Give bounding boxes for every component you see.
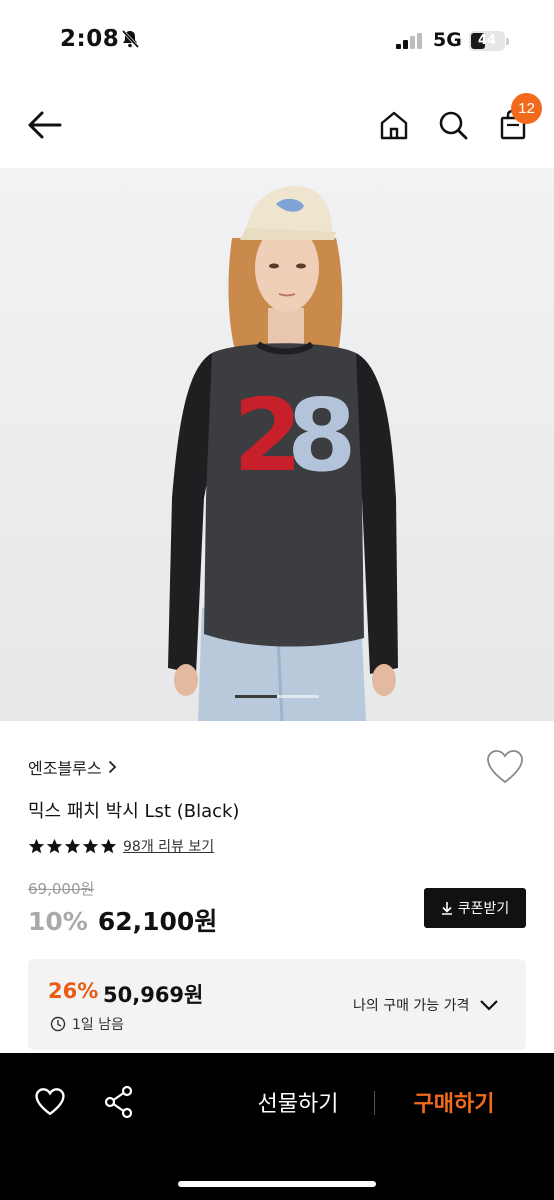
share-button[interactable] — [99, 1082, 139, 1122]
my-price-toggle[interactable]: 나의 구매 가능 가격 — [353, 995, 499, 1015]
bell-muted-icon — [120, 29, 140, 53]
status-bar: 2:08 5G 44 — [0, 0, 554, 84]
my-price: 50,969원 — [103, 983, 204, 1007]
battery-level: 44 — [477, 33, 497, 48]
network-label: 5G — [433, 29, 462, 51]
star-icon — [64, 838, 81, 853]
search-button[interactable] — [431, 103, 475, 147]
clock-icon — [50, 1016, 66, 1032]
search-icon — [439, 111, 468, 140]
my-price-label: 나의 구매 가능 가격 — [353, 998, 470, 1014]
heart-icon — [35, 1088, 65, 1116]
brand-link[interactable]: 엔조블루스 — [28, 755, 117, 779]
review-link[interactable]: 98개 리뷰 보기 — [123, 836, 214, 856]
star-icon — [46, 838, 63, 853]
buy-button[interactable]: 구매하기 — [392, 1086, 516, 1118]
bottom-wishlist-button[interactable] — [30, 1082, 70, 1122]
my-discount-rate: 26% — [48, 979, 99, 1003]
product-photo: 2 8 — [0, 168, 554, 721]
heart-icon — [487, 750, 523, 784]
share-icon — [104, 1085, 133, 1119]
star-icon — [28, 838, 45, 853]
remaining-time: 1일 남음 — [50, 1014, 124, 1034]
gallery-indicator-active — [235, 695, 277, 698]
battery-nub — [506, 38, 509, 45]
back-button[interactable] — [23, 103, 67, 147]
battery-icon: 44 — [469, 31, 505, 51]
coupon-label: 쿠폰받기 — [457, 901, 510, 917]
chevron-down-icon — [480, 1000, 499, 1011]
svg-text:8: 8 — [287, 377, 357, 494]
rating-row: 98개 리뷰 보기 — [28, 836, 214, 856]
star-icon — [100, 838, 117, 853]
home-button[interactable] — [372, 103, 416, 147]
wishlist-button[interactable] — [485, 748, 525, 790]
download-icon — [441, 902, 452, 915]
home-icon — [380, 111, 408, 140]
bottom-divider — [374, 1091, 375, 1115]
status-time: 2:08 — [60, 26, 120, 52]
sale-price: 62,100원 — [97, 907, 218, 936]
coupon-button[interactable]: 쿠폰받기 — [424, 888, 526, 928]
chevron-right-icon — [108, 760, 116, 774]
home-indicator — [178, 1181, 376, 1187]
product-name: 믹스 패치 박시 Lst (Black) — [28, 801, 240, 822]
gift-button[interactable]: 선물하기 — [236, 1086, 360, 1118]
original-price: 69,000원 — [28, 880, 95, 898]
top-nav — [0, 84, 554, 168]
arrow-left-icon — [28, 111, 62, 139]
gallery-indicator — [235, 695, 319, 698]
signal-icon — [396, 33, 424, 53]
star-icon — [82, 838, 99, 853]
price-row: 10% 62,100원 — [28, 902, 217, 938]
rating-stars — [28, 838, 118, 855]
bottom-action-bar: 선물하기 구매하기 — [0, 1053, 554, 1200]
my-price-box[interactable]: 26% 50,969원 1일 남음 나의 구매 가능 가격 — [28, 959, 526, 1050]
cart-count-badge: 12 — [511, 93, 542, 124]
product-image[interactable]: 2 8 — [0, 168, 554, 721]
discount-rate: 10% — [28, 907, 88, 936]
brand-name: 엔조블루스 — [28, 759, 102, 778]
remaining-label: 1일 남음 — [72, 1017, 124, 1033]
